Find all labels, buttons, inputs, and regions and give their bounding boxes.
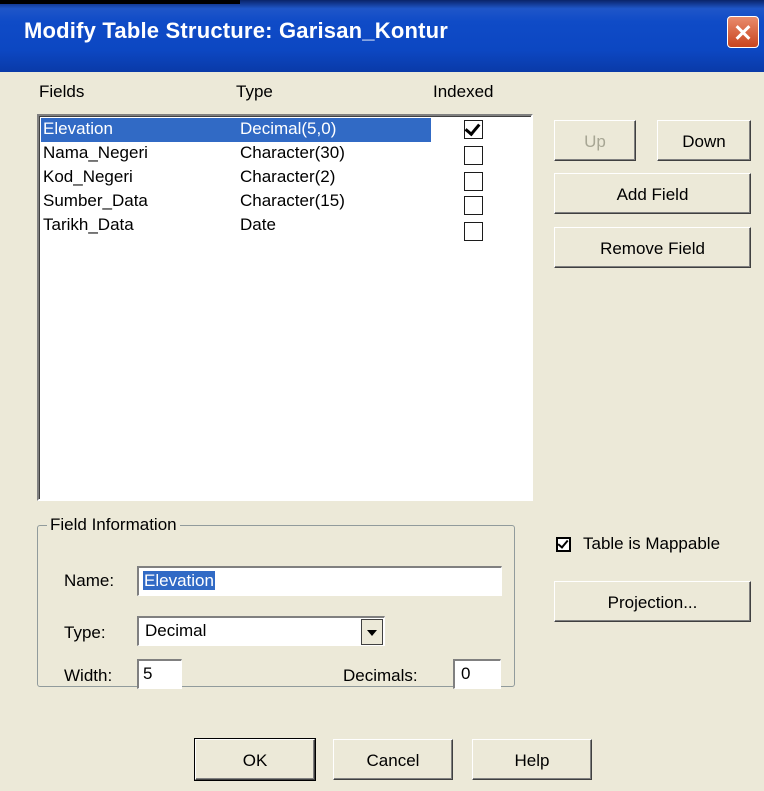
help-button[interactable]: Help bbox=[472, 739, 592, 780]
chevron-down-icon[interactable] bbox=[361, 619, 383, 645]
projection-button[interactable]: Projection... bbox=[554, 581, 751, 622]
indexed-checkbox[interactable] bbox=[464, 146, 483, 165]
column-header-type: Type bbox=[236, 82, 273, 101]
down-button-label: Down bbox=[682, 132, 726, 151]
width-field-value: 5 bbox=[143, 664, 153, 683]
list-item[interactable]: Tarikh_Data Date bbox=[41, 214, 461, 238]
remove-field-button[interactable]: Remove Field bbox=[554, 227, 751, 268]
add-field-button[interactable]: Add Field bbox=[554, 173, 751, 214]
decimals-field[interactable]: 0 bbox=[453, 659, 501, 689]
remove-field-button-label: Remove Field bbox=[600, 239, 705, 258]
list-item[interactable]: Nama_Negeri Character(30) bbox=[41, 142, 461, 166]
table-mappable-label[interactable]: Table is Mappable bbox=[583, 534, 720, 554]
indexed-checkbox[interactable] bbox=[464, 172, 483, 191]
type-select-value: Decimal bbox=[145, 621, 207, 640]
field-type: Character(2) bbox=[240, 167, 336, 186]
field-name: Tarikh_Data bbox=[43, 215, 134, 234]
name-label: Name: bbox=[64, 571, 115, 590]
ok-button[interactable]: OK bbox=[194, 738, 316, 781]
field-name: Kod_Negeri bbox=[43, 167, 133, 186]
indexed-checkbox[interactable] bbox=[464, 222, 483, 241]
ok-button-label: OK bbox=[242, 751, 268, 770]
cancel-button[interactable]: Cancel bbox=[333, 739, 453, 780]
field-information-label: Field Information bbox=[47, 515, 180, 535]
field-type: Character(30) bbox=[240, 143, 345, 162]
field-information-group bbox=[37, 525, 515, 687]
table-mappable-checkbox[interactable] bbox=[556, 537, 571, 552]
field-type: Date bbox=[240, 215, 276, 234]
cancel-button-label: Cancel bbox=[366, 751, 420, 770]
list-item[interactable]: Sumber_Data Character(15) bbox=[41, 190, 461, 214]
up-button-label: Up bbox=[584, 132, 606, 151]
width-label: Width: bbox=[64, 666, 113, 685]
indexed-checkbox[interactable] bbox=[464, 196, 483, 215]
list-item[interactable]: Kod_Negeri Character(2) bbox=[41, 166, 461, 190]
name-field[interactable]: Elevation bbox=[137, 566, 502, 596]
list-item[interactable]: Elevation Decimal(5,0) bbox=[41, 118, 431, 142]
name-field-value: Elevation bbox=[143, 571, 215, 590]
field-name: Nama_Negeri bbox=[43, 143, 148, 162]
field-type: Character(15) bbox=[240, 191, 345, 210]
decimals-field-value: 0 bbox=[461, 664, 471, 683]
screen-artifact bbox=[0, 0, 240, 4]
window-title: Modify Table Structure: Garisan_Kontur bbox=[24, 18, 449, 43]
add-field-button-label: Add Field bbox=[616, 185, 689, 204]
field-name: Sumber_Data bbox=[43, 191, 148, 210]
column-header-indexed: Indexed bbox=[433, 82, 494, 101]
close-icon[interactable] bbox=[727, 16, 759, 48]
type-select[interactable]: Decimal bbox=[137, 616, 385, 646]
type-label: Type: bbox=[64, 623, 106, 642]
field-type: Decimal(5,0) bbox=[240, 119, 337, 138]
down-button[interactable]: Down bbox=[657, 120, 751, 161]
width-field[interactable]: 5 bbox=[137, 659, 182, 689]
title-bar[interactable]: Modify Table Structure: Garisan_Kontur bbox=[0, 0, 764, 72]
indexed-checkbox[interactable] bbox=[464, 120, 483, 139]
fields-list[interactable]: Elevation Decimal(5,0) Nama_Negeri Chara… bbox=[37, 114, 533, 501]
field-name: Elevation bbox=[43, 119, 113, 138]
up-button[interactable]: Up bbox=[554, 120, 636, 161]
decimals-label: Decimals: bbox=[343, 666, 418, 685]
help-button-label: Help bbox=[514, 751, 550, 770]
projection-button-label: Projection... bbox=[607, 593, 698, 612]
column-header-fields: Fields bbox=[39, 82, 85, 101]
